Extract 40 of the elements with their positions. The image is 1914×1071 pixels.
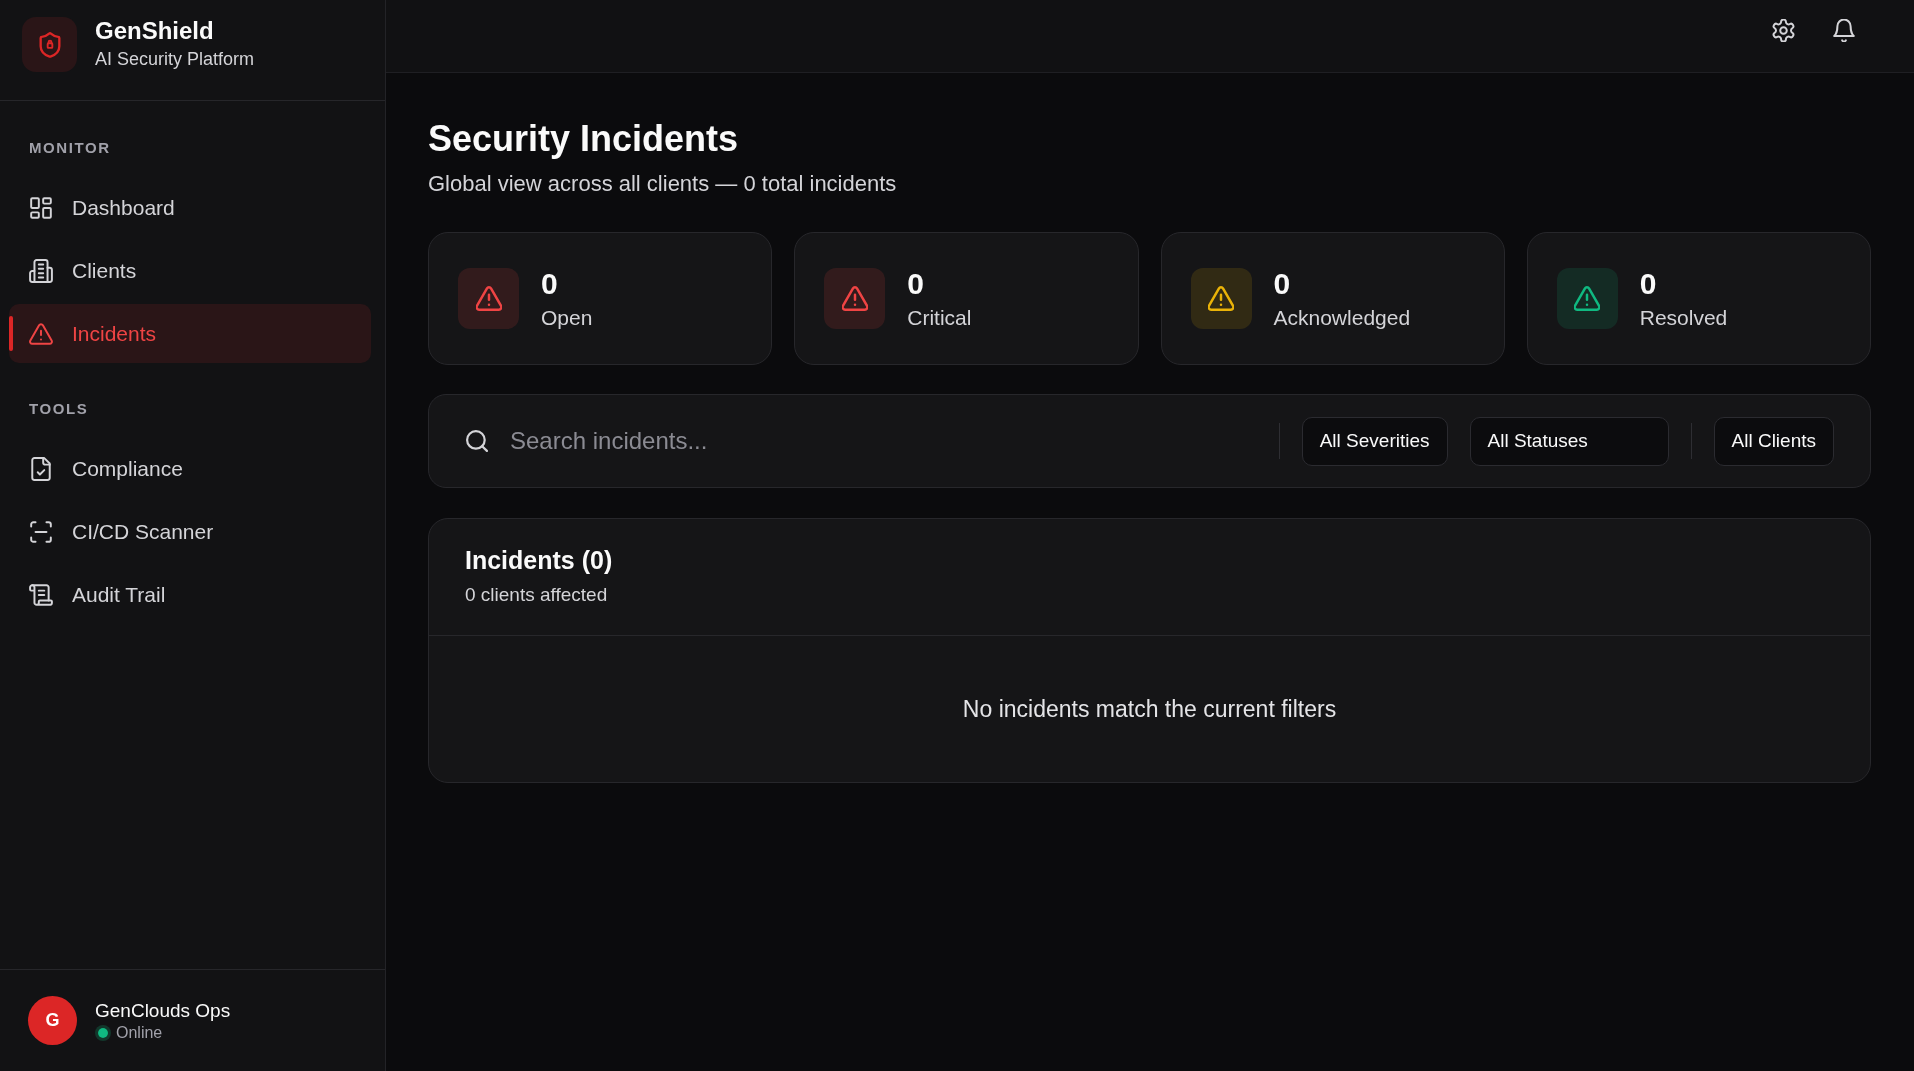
user-avatar: G bbox=[28, 996, 77, 1045]
stat-value: 0 bbox=[1273, 266, 1292, 301]
scan-icon bbox=[29, 519, 53, 544]
page-title: Security Incidents bbox=[428, 117, 740, 161]
scroll-icon bbox=[29, 582, 53, 607]
settings-icon bbox=[1771, 18, 1795, 42]
nav-item[interactable]: Compliance bbox=[9, 439, 371, 498]
stat-label: Acknowledged bbox=[1273, 304, 1411, 331]
stat-value: 0 bbox=[541, 266, 559, 301]
section-label: TOOLS bbox=[28, 399, 90, 419]
filter-dropdown[interactable]: All Clients bbox=[1713, 416, 1834, 466]
grid-icon bbox=[29, 195, 53, 220]
stat-value: 0 bbox=[1639, 266, 1658, 301]
building-icon bbox=[29, 258, 53, 283]
empty-message: No incidents match the current filters bbox=[962, 695, 1337, 723]
user-status: Online bbox=[116, 1022, 163, 1043]
panel-subtitle: 0 clients affected bbox=[465, 583, 609, 607]
warning-icon bbox=[29, 321, 53, 346]
search-field[interactable]: Search incidents... bbox=[510, 426, 1257, 456]
page-subtitle: Global view across all clients — 0 total incidents bbox=[428, 170, 898, 198]
nav-item[interactable]: Incidents bbox=[9, 304, 371, 363]
section-label: MONITOR bbox=[28, 138, 112, 158]
panel-title: Incidents (0) bbox=[465, 545, 614, 575]
stat-label: Critical bbox=[907, 304, 972, 331]
shield-icon bbox=[22, 17, 77, 72]
stat-label: Open bbox=[541, 304, 593, 331]
filter-dropdown[interactable]: All Severities bbox=[1301, 416, 1448, 466]
nav-item[interactable]: Clients bbox=[9, 241, 371, 300]
stat-label: Resolved bbox=[1639, 304, 1728, 331]
stat-value: 0 bbox=[907, 266, 925, 301]
nav-item[interactable]: CI/CD Scanner bbox=[9, 502, 371, 561]
search-icon bbox=[466, 430, 488, 452]
brand-tagline: AI Security Platform bbox=[95, 48, 255, 70]
user-name: GenClouds Ops bbox=[95, 998, 231, 1022]
nav-item[interactable]: Audit Trail bbox=[9, 565, 371, 624]
filter-dropdown[interactable]: All Statuses bbox=[1469, 416, 1669, 466]
nav-item[interactable]: Dashboard bbox=[9, 178, 371, 237]
file-check-icon bbox=[29, 456, 53, 481]
brand-name: GenShield bbox=[95, 17, 215, 45]
bell-icon bbox=[1833, 18, 1855, 42]
